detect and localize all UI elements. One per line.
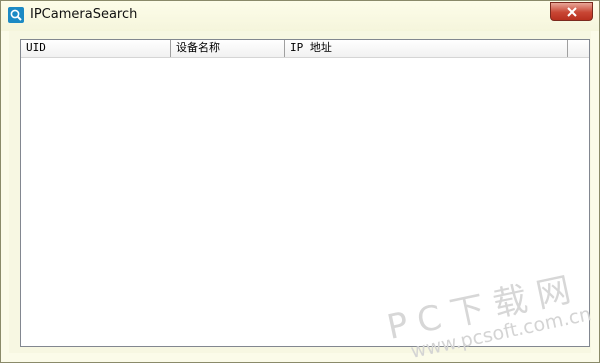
column-header-uid[interactable]: UID (21, 40, 171, 57)
search-magnifier-icon (8, 7, 24, 23)
app-window: IPCameraSearch UID 设备名称 IP 地址 PC下载网 www.… (0, 0, 600, 363)
client-area: UID 设备名称 IP 地址 (9, 31, 591, 353)
column-header-ip-address[interactable]: IP 地址 (285, 40, 568, 57)
title-bar[interactable]: IPCameraSearch (1, 1, 599, 31)
device-list[interactable]: UID 设备名称 IP 地址 (20, 39, 590, 347)
column-header-filler (568, 40, 589, 57)
column-header-device-name[interactable]: 设备名称 (171, 40, 285, 57)
close-button[interactable] (550, 2, 593, 21)
list-body[interactable] (21, 58, 589, 346)
window-title: IPCameraSearch (30, 7, 138, 22)
list-header: UID 设备名称 IP 地址 (21, 40, 589, 58)
close-icon (567, 7, 577, 17)
